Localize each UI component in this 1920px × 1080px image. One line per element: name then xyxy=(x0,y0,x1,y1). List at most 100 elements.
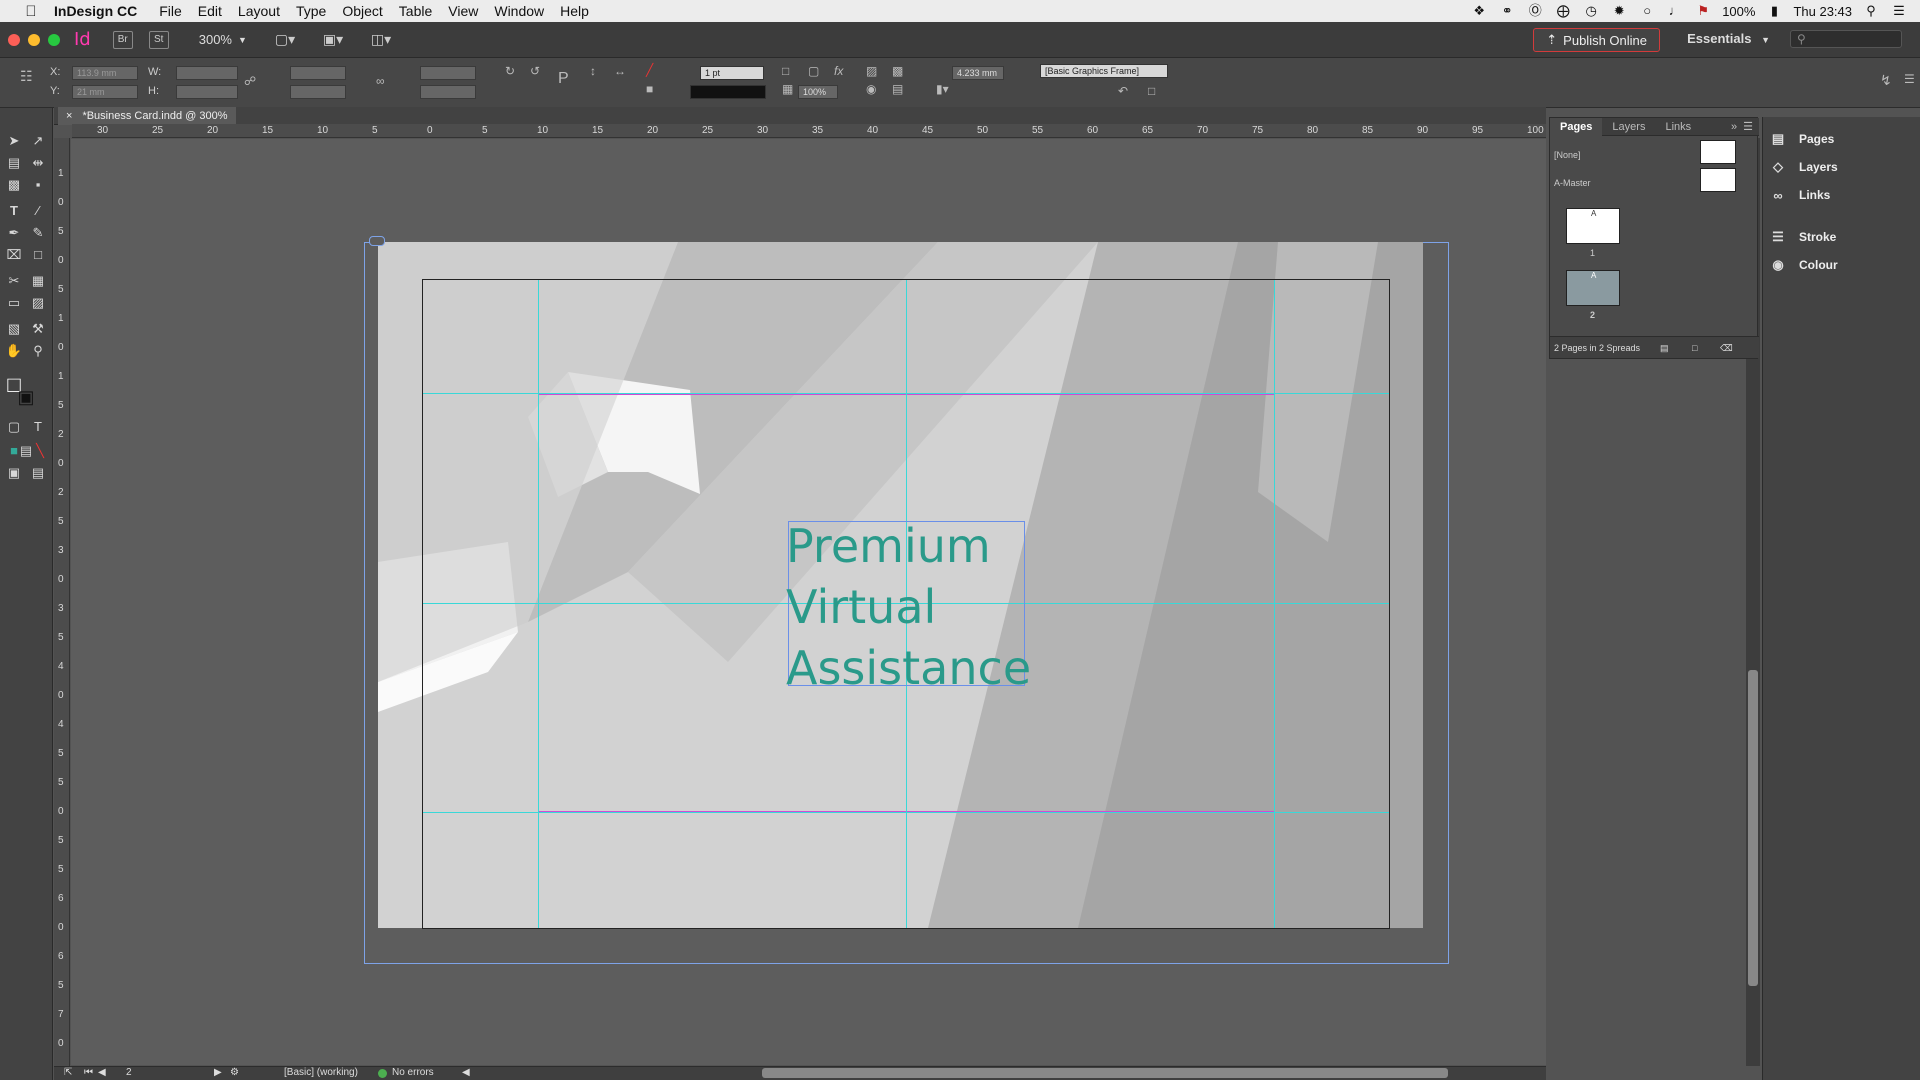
fit-content-icon[interactable]: ▨ xyxy=(866,64,877,78)
screen-mode-icon[interactable]: ▣▾ xyxy=(323,31,351,49)
panel-menu-icon[interactable]: ☰ xyxy=(1904,72,1915,86)
opacity-icon[interactable]: ▦ xyxy=(782,82,793,96)
menu-layout[interactable]: Layout xyxy=(238,3,280,19)
shear-field[interactable] xyxy=(420,85,476,99)
preflight-status[interactable]: No errors xyxy=(392,1067,434,1078)
tab-business-card[interactable]: × *Business Card.indd @ 300% xyxy=(58,107,236,125)
spotlight-icon[interactable]: ⚲ xyxy=(1862,4,1880,18)
flip-horizontal-icon[interactable]: ↔ xyxy=(614,64,626,78)
creative-cloud-icon[interactable]: ⚭ xyxy=(1498,4,1516,18)
auto-fit-icon[interactable]: ▮▾ xyxy=(936,82,949,96)
search-field[interactable]: ⚲ xyxy=(1790,30,1902,48)
selection-tool-icon[interactable]: ➤ xyxy=(4,132,24,150)
fit-frame-icon[interactable]: ▩ xyxy=(892,64,903,78)
none-master-thumbnail[interactable] xyxy=(1700,140,1736,164)
ruler-guide[interactable] xyxy=(538,280,539,928)
tab-links[interactable]: Links xyxy=(1655,118,1701,136)
bluetooth-icon[interactable]: ✹ xyxy=(1610,4,1628,18)
pen-tool-icon[interactable]: ✒ xyxy=(4,224,24,242)
notification-center-icon[interactable]: ☰ xyxy=(1890,4,1908,18)
publish-online-button[interactable]: ⇡ Publish Online xyxy=(1533,28,1660,52)
dock-colour[interactable]: ◉ Colour xyxy=(1769,253,1919,277)
stock-button[interactable]: St xyxy=(148,30,169,49)
next-page-icon[interactable]: ▶ xyxy=(214,1067,222,1078)
flip-vertical-icon[interactable]: ↕ xyxy=(590,64,596,78)
rectangle-frame-tool-icon[interactable]: ⌧ xyxy=(4,246,24,264)
fill-swatch-none-icon[interactable]: ╱ xyxy=(646,63,653,77)
stroke-color-icon[interactable]: ▣ xyxy=(16,388,36,406)
effects-fx-icon[interactable]: fx xyxy=(834,64,843,78)
object-style-select[interactable]: [Basic Graphics Frame] xyxy=(1040,64,1168,78)
tab-layers[interactable]: Layers xyxy=(1602,118,1655,136)
battery-icon[interactable]: ▮ xyxy=(1765,4,1783,18)
reference-point-icon[interactable]: ☷ xyxy=(20,68,33,85)
opacity-field[interactable]: 100% xyxy=(798,85,838,99)
width-field[interactable] xyxy=(176,66,238,80)
formatting-text-icon[interactable]: T xyxy=(28,418,48,436)
vertical-scroll-thumb[interactable] xyxy=(1748,670,1758,986)
time-machine-icon[interactable]: ◷ xyxy=(1582,4,1600,18)
preview-mode-icon[interactable]: ▤ xyxy=(28,464,48,482)
new-page-icon[interactable]: □ xyxy=(1692,337,1697,359)
clear-overrides-icon[interactable]: ↶ xyxy=(1118,84,1128,98)
panel-menu-icon[interactable]: ☰ xyxy=(1743,120,1753,133)
type-tool-icon[interactable]: T xyxy=(4,202,24,220)
line-tool-icon[interactable]: ∕ xyxy=(28,202,48,220)
vertical-ruler[interactable]: 1050510152025303540455055606570 xyxy=(54,138,70,1080)
menu-table[interactable]: Table xyxy=(399,3,432,19)
rotation-field[interactable] xyxy=(420,66,476,80)
hand-tool-icon[interactable]: ✋ xyxy=(4,342,24,360)
flag-icon[interactable]: ⚑ xyxy=(1694,4,1712,18)
zoom-window-button[interactable] xyxy=(48,33,60,46)
clock[interactable]: Thu 23:43 xyxy=(1793,4,1852,19)
workspace-switcher[interactable]: Essentials ▼ xyxy=(1687,31,1770,46)
rectangle-tool-icon[interactable]: □ xyxy=(28,246,48,264)
volume-icon[interactable]: ♩ xyxy=(1666,4,1684,18)
rotate-clockwise-icon[interactable]: ↻ xyxy=(505,64,515,78)
gradient-swatch-tool-icon[interactable]: ▭ xyxy=(4,294,24,312)
horizontal-scroll-thumb[interactable] xyxy=(762,1068,1448,1078)
scale-y-field[interactable] xyxy=(290,85,346,99)
page-tool-icon[interactable]: ▤ xyxy=(4,154,24,172)
center-content-icon[interactable]: ◉ xyxy=(866,82,876,96)
menu-help[interactable]: Help xyxy=(560,3,589,19)
close-window-button[interactable] xyxy=(8,33,20,46)
tab-pages[interactable]: Pages xyxy=(1550,117,1603,136)
minimize-window-button[interactable] xyxy=(28,33,40,46)
content-placer-icon[interactable]: ▪ xyxy=(28,176,48,194)
rotate-counterclockwise-icon[interactable]: ↺ xyxy=(530,64,540,78)
menu-view[interactable]: View xyxy=(448,3,478,19)
zoom-level-select[interactable]: 300% ▼ xyxy=(199,32,247,47)
bridge-button[interactable]: Br xyxy=(112,30,133,49)
fill-proportionally-icon[interactable]: ▤ xyxy=(892,82,903,96)
dock-links[interactable]: ∞ Links xyxy=(1769,183,1919,207)
menu-window[interactable]: Window xyxy=(494,3,544,19)
menu-file[interactable]: File xyxy=(159,3,182,19)
preflight-icon[interactable]: ⚙ xyxy=(230,1067,239,1078)
open-page-icon[interactable]: ⇱ xyxy=(64,1067,72,1078)
sync-icon[interactable]: ⨁ xyxy=(1554,4,1572,18)
wifi-icon[interactable]: ○ xyxy=(1638,4,1656,18)
scissors-tool-icon[interactable]: ✂ xyxy=(4,272,24,290)
quick-apply-icon[interactable]: ↯ xyxy=(1880,72,1892,89)
first-page-icon[interactable]: ⏮ xyxy=(84,1067,93,1078)
offset-field[interactable]: 4.233 mm xyxy=(952,66,1004,80)
arrange-documents-icon[interactable]: ◫▾ xyxy=(371,31,399,49)
direct-selection-tool-icon[interactable]: ↗ xyxy=(28,132,48,150)
y-field[interactable]: 21 mm xyxy=(72,85,138,99)
close-tab-icon[interactable]: × xyxy=(66,110,72,122)
menu-edit[interactable]: Edit xyxy=(198,3,222,19)
note-tool-icon[interactable]: ▧ xyxy=(4,320,24,338)
dock-layers[interactable]: ◇ Layers xyxy=(1769,155,1919,179)
dropbox-icon[interactable]: ❖ xyxy=(1470,4,1488,18)
drop-shadow-icon[interactable]: ▢ xyxy=(808,64,819,78)
dock-stroke[interactable]: ☰ Stroke xyxy=(1769,225,1919,249)
previous-page-icon[interactable]: ◀ xyxy=(98,1067,106,1078)
panel-expand-icon[interactable]: » xyxy=(1731,121,1737,133)
menu-type[interactable]: Type xyxy=(296,3,326,19)
page-2-thumbnail[interactable]: A xyxy=(1566,270,1620,306)
constrain-proportions-icon[interactable]: ☍ xyxy=(244,74,256,88)
height-field[interactable] xyxy=(176,85,238,99)
none-master-label[interactable]: [None] xyxy=(1554,150,1581,160)
zoom-tool-icon[interactable]: ⚲ xyxy=(28,342,48,360)
